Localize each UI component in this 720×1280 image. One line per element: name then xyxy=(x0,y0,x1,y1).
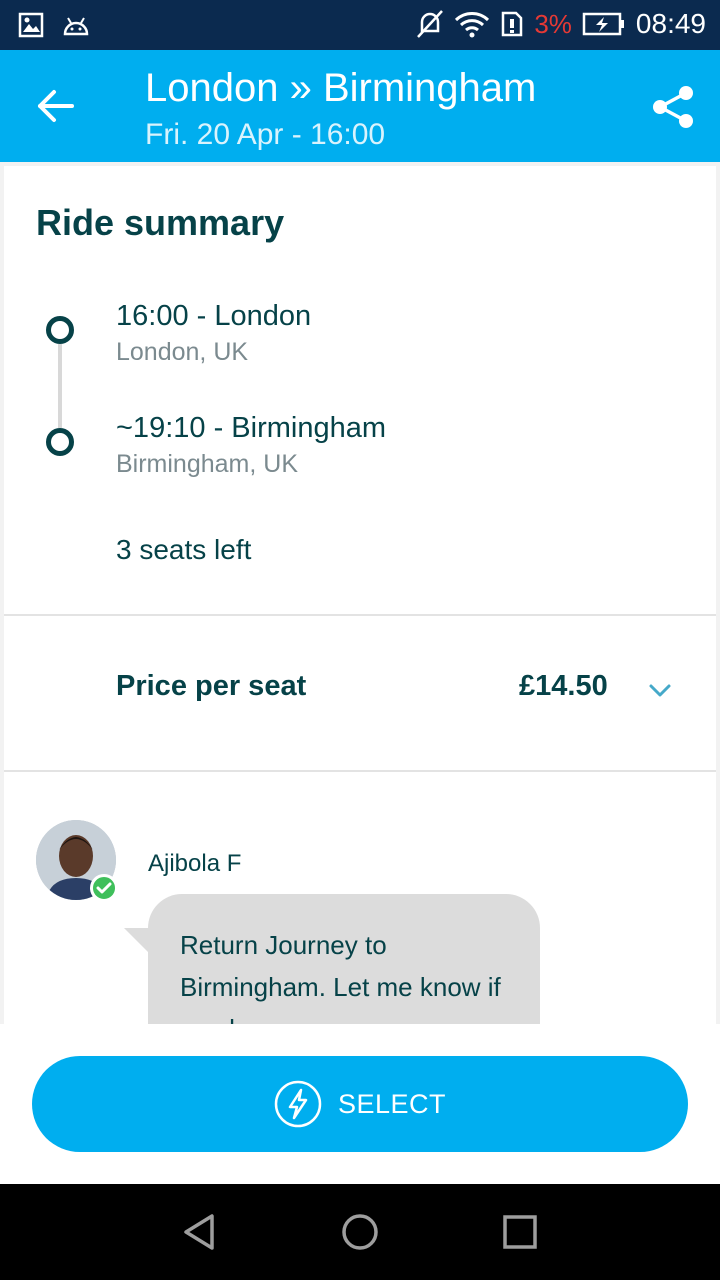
seats-left: 3 seats left xyxy=(116,534,252,565)
arrival-dot-icon xyxy=(46,428,74,456)
bottom-action-bar: SELECT xyxy=(0,1024,720,1184)
driver-message-text: Return Journey to Birmingham. Let me kno… xyxy=(180,930,501,1024)
divider xyxy=(4,614,716,616)
mute-icon xyxy=(417,10,444,38)
battery-charging-icon xyxy=(582,12,624,36)
status-left xyxy=(18,12,90,38)
share-icon[interactable] xyxy=(650,84,696,130)
departure-dot-icon xyxy=(46,316,74,344)
driver-name[interactable]: Ajibola F xyxy=(148,850,241,878)
timeline-connector xyxy=(58,344,62,428)
back-triangle-icon[interactable] xyxy=(180,1212,220,1252)
back-arrow-icon[interactable] xyxy=(34,84,78,128)
verified-check-icon xyxy=(90,874,118,902)
arrival-time-city[interactable]: ~19:10 - Birmingham xyxy=(116,412,386,445)
ride-summary-heading: Ride summary xyxy=(36,202,285,243)
screen: 3% 08:49 London » Birmingham Fri. 20 Apr… xyxy=(0,0,720,1280)
lightning-bolt-icon xyxy=(274,1080,322,1128)
route-datetime: Fri. 20 Apr - 16:00 xyxy=(145,118,386,151)
status-bar: 3% 08:49 xyxy=(0,0,720,50)
recents-square-icon[interactable] xyxy=(500,1212,540,1252)
route-timeline xyxy=(46,316,76,466)
navigation-bar xyxy=(0,1184,720,1280)
status-right: 3% 08:49 xyxy=(416,8,706,40)
android-icon xyxy=(63,17,89,36)
ride-card: Ride summary 16:00 - London London, UK ~… xyxy=(4,166,716,1024)
departure-time-city[interactable]: 16:00 - London xyxy=(116,300,311,333)
departure-location: London, UK xyxy=(116,338,249,366)
route-title: London » Birmingham xyxy=(145,66,537,110)
divider xyxy=(4,770,716,772)
price-value[interactable]: £14.50 xyxy=(519,670,608,703)
battery-percent: 3% xyxy=(534,8,572,39)
clock: 08:49 xyxy=(635,8,706,39)
home-circle-icon[interactable] xyxy=(340,1212,380,1252)
select-label: SELECT xyxy=(337,1088,447,1119)
driver-message-bubble: Return Journey to Birmingham. Let me kno… xyxy=(148,894,540,1024)
gallery-icon xyxy=(18,12,44,38)
select-button[interactable]: SELECT xyxy=(32,1056,688,1152)
chevron-down-icon[interactable] xyxy=(646,676,674,704)
price-label[interactable]: Price per seat xyxy=(116,670,306,703)
arrival-location: Birmingham, UK xyxy=(116,450,298,478)
app-bar: London » Birmingham Fri. 20 Apr - 16:00 xyxy=(0,50,720,162)
sim-icon xyxy=(502,11,523,37)
wifi-icon xyxy=(455,12,490,38)
